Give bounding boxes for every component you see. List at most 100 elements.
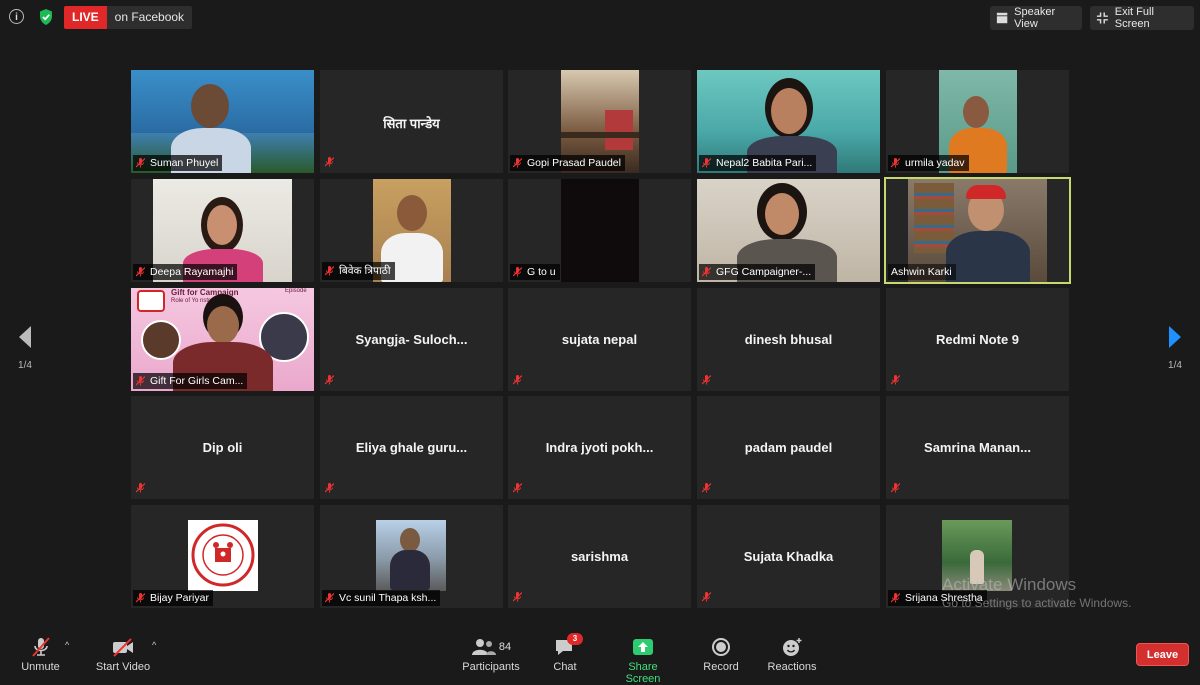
participant-name-tag: G to u (510, 264, 560, 280)
participant-name-tag: Bijay Pariyar (133, 590, 213, 606)
mic-muted-icon (136, 376, 145, 386)
participant-tile[interactable]: sarishma (508, 505, 691, 608)
participants-button[interactable]: 84 Participants (460, 636, 522, 673)
exit-fullscreen-icon (1096, 12, 1108, 24)
participant-tile[interactable]: Suman Phuyel (131, 70, 314, 173)
participant-name: Eliya ghale guru... (355, 440, 468, 455)
start-video-button[interactable]: Start Video (94, 636, 152, 673)
participant-name-tag: बिवेक त्रिपाठी (322, 262, 395, 280)
mic-muted-icon (891, 483, 900, 493)
participant-tile[interactable]: Gopi Prasad Paudel (508, 70, 691, 173)
participant-tile[interactable]: Samrina Manan... (886, 396, 1069, 499)
audio-options-caret-icon[interactable]: ^ (65, 640, 69, 650)
participant-tile[interactable]: Indra jyoti pokh... (508, 396, 691, 499)
reactions-emoji-icon (783, 638, 802, 656)
participant-name: sarishma (570, 549, 629, 564)
participant-name: GFG Campaigner-... (716, 266, 812, 278)
participant-name: बिवेक त्रिपाठी (339, 265, 391, 277)
chevron-right-icon[interactable] (1167, 325, 1183, 349)
record-button[interactable]: Record (702, 636, 740, 673)
chat-button[interactable]: 3 Chat (548, 633, 583, 673)
participant-tile[interactable]: Dip oli (131, 396, 314, 499)
participant-tile[interactable]: Vc sunil Thapa ksh... (320, 505, 503, 608)
record-icon (712, 638, 730, 656)
chat-label: Chat (553, 661, 577, 673)
participant-tile[interactable]: Deepa Rayamajhi (131, 179, 314, 282)
speaker-view-button[interactable]: Speaker View (990, 6, 1082, 30)
mic-muted-icon (136, 158, 145, 168)
participant-name: Deepa Rayamajhi (150, 266, 234, 278)
mic-muted-icon (891, 375, 900, 385)
exit-fullscreen-button[interactable]: Exit Full Screen (1090, 6, 1194, 30)
leave-button[interactable]: Leave (1136, 643, 1189, 666)
mic-muted-icon (31, 637, 50, 657)
chevron-left-icon[interactable] (17, 325, 33, 349)
video-options-caret-icon[interactable]: ^ (152, 640, 156, 650)
live-label: LIVE (64, 6, 107, 29)
participant-tile[interactable]: बिवेक त्रिपाठी (320, 179, 503, 282)
watermark-line1: Activate Windows (942, 575, 1077, 594)
mic-muted-icon (513, 592, 522, 602)
unmute-button[interactable]: Unmute (18, 636, 63, 673)
participant-tile[interactable]: Gift for Campaign Role of Yo nstruction … (131, 288, 314, 391)
meeting-toolbar: Unmute ^ Start Video ^ 84 Participants 3… (0, 628, 1200, 685)
info-icon[interactable]: i (9, 9, 24, 24)
mic-muted-icon (136, 483, 145, 493)
participant-name: dinesh bhusal (744, 332, 833, 347)
participant-tile[interactable]: Bijay Pariyar (131, 505, 314, 608)
speaker-view-label: Speaker View (1014, 6, 1056, 30)
live-badge[interactable]: LIVE on Facebook (64, 6, 193, 29)
participant-tile[interactable]: padam paudel (697, 396, 880, 499)
mic-muted-icon (513, 158, 522, 168)
participant-name: Bijay Pariyar (150, 592, 209, 604)
mic-muted-icon (702, 483, 711, 493)
prev-page-nav[interactable]: 1/4 (10, 325, 40, 371)
mic-muted-icon (702, 375, 711, 385)
participant-name: padam paudel (744, 440, 833, 455)
participant-name: Suman Phuyel (150, 157, 219, 169)
participants-count: 84 (498, 641, 512, 653)
participant-name: Redmi Note 9 (935, 332, 1020, 347)
mic-muted-icon (136, 593, 145, 603)
mic-muted-icon (702, 158, 711, 168)
participant-name: sujata nepal (561, 332, 638, 347)
video-off-icon (113, 638, 133, 657)
next-page-nav[interactable]: 1/4 (1160, 325, 1190, 371)
participant-tile[interactable]: Redmi Note 9 (886, 288, 1069, 391)
participant-name: Nepal2 Babita Pari... (716, 157, 813, 169)
participant-name: Syangja- Suloch... (355, 332, 468, 347)
participant-tile[interactable]: सिता पान्डेय (320, 70, 503, 173)
record-label: Record (703, 661, 739, 673)
reactions-button[interactable]: Reactions (766, 636, 818, 673)
participant-tile[interactable]: sujata nepal (508, 288, 691, 391)
participant-tile[interactable]: dinesh bhusal (697, 288, 880, 391)
participant-tile[interactable]: G to u (508, 179, 691, 282)
participant-tile[interactable]: Syangja- Suloch... (320, 288, 503, 391)
mic-muted-icon (702, 267, 711, 277)
participant-name: urmila yadav (905, 157, 965, 169)
participant-name-tag: Gift For Girls Cam... (133, 373, 248, 389)
participants-icon (471, 639, 496, 655)
participant-tile-active-speaker[interactable]: Ashwin Karki (884, 177, 1071, 284)
live-target-label: on Facebook (106, 6, 193, 29)
participant-tile[interactable]: Eliya ghale guru... (320, 396, 503, 499)
activate-windows-watermark: Activate Windows Go to Settings to activ… (942, 575, 1131, 610)
participant-name: Vc sunil Thapa ksh... (339, 592, 437, 604)
participant-name-tag: Vc sunil Thapa ksh... (322, 590, 441, 606)
profile-picture (376, 520, 446, 591)
mic-muted-icon (891, 158, 900, 168)
shield-icon[interactable] (38, 8, 54, 26)
share-screen-icon (633, 639, 653, 655)
mic-muted-icon (325, 375, 334, 385)
mic-muted-icon (325, 266, 334, 276)
mic-muted-icon (325, 157, 334, 167)
participant-tile[interactable]: urmila yadav (886, 70, 1069, 173)
profile-picture (188, 520, 258, 591)
participant-name-tag: GFG Campaigner-... (699, 264, 816, 280)
mic-muted-icon (325, 483, 334, 493)
participant-tile[interactable]: GFG Campaigner-... (697, 179, 880, 282)
participant-tile[interactable]: Sujata Khadka (697, 505, 880, 608)
watermark-line2: Go to Settings to activate Windows. (942, 596, 1132, 610)
participant-name: Gopi Prasad Paudel (527, 157, 621, 169)
participant-tile[interactable]: Nepal2 Babita Pari... (697, 70, 880, 173)
